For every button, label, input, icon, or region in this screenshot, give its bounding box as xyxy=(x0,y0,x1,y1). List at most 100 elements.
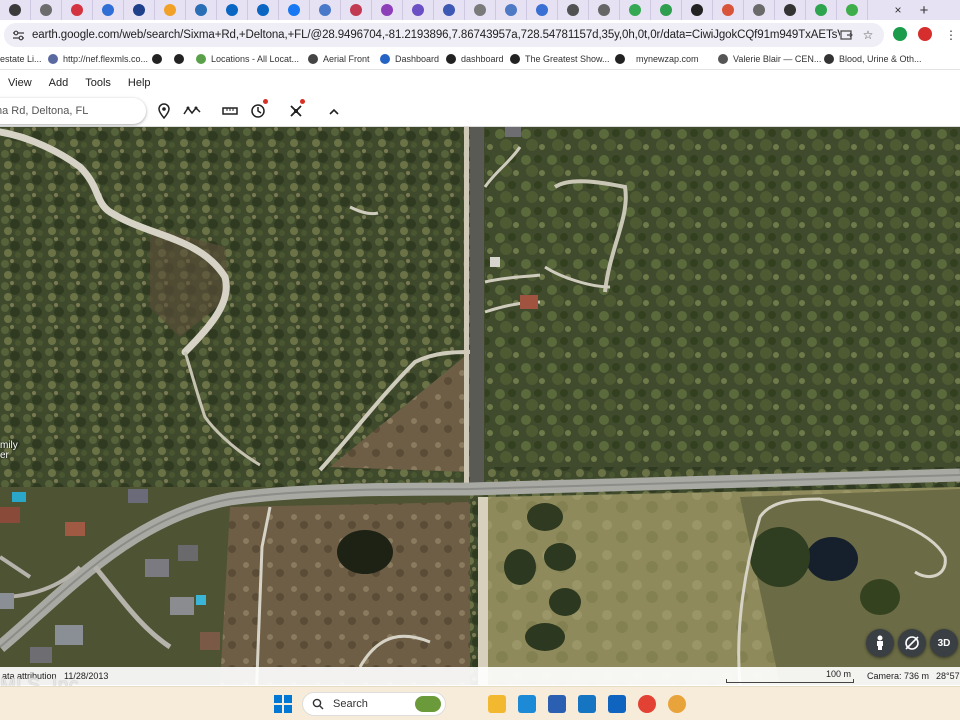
close-tab-button[interactable]: × xyxy=(891,0,905,20)
tab-favicon-icon xyxy=(629,4,641,16)
site-info-icon[interactable] xyxy=(10,27,26,43)
bookmark-item[interactable]: http://nef.flexmls.co... xyxy=(48,54,148,64)
taskbar-search-box[interactable]: Search xyxy=(302,692,446,716)
menu-add[interactable]: Add xyxy=(49,77,69,89)
browser-tab[interactable] xyxy=(93,0,124,20)
bookmark-item[interactable]: dashboard xyxy=(446,54,504,64)
windows-start-icon[interactable] xyxy=(274,695,292,713)
bookmark-item[interactable]: Locations - All Locat... xyxy=(196,54,299,64)
browser-tab[interactable] xyxy=(403,0,434,20)
bookmark-favicon-icon xyxy=(446,54,456,64)
bookmark-item[interactable]: mynewzap.com xyxy=(636,54,699,64)
menu-tools[interactable]: Tools xyxy=(85,77,111,89)
browser-tab[interactable] xyxy=(558,0,589,20)
tab-favicon-icon xyxy=(722,4,734,16)
camera-altitude: Camera: 736 m xyxy=(867,671,930,681)
bookmark-label: Dashboard xyxy=(395,54,440,64)
bookmark-item[interactable]: Dashboard xyxy=(380,54,439,64)
satellite-icon[interactable] xyxy=(286,101,306,121)
ruler-icon[interactable] xyxy=(220,101,240,121)
browser-tab[interactable] xyxy=(589,0,620,20)
browser-tab[interactable] xyxy=(744,0,775,20)
close-icon: × xyxy=(894,3,902,17)
menu-kebab-icon[interactable]: ⋮ xyxy=(943,27,959,43)
browser-tab[interactable] xyxy=(372,0,403,20)
new-tab-button[interactable]: + xyxy=(914,0,934,20)
tab-favicon-icon xyxy=(536,4,548,16)
bookmark-favicon-icon xyxy=(380,54,390,64)
send-to-device-icon[interactable] xyxy=(838,27,854,43)
browser-tab[interactable] xyxy=(527,0,558,20)
bookmark-favicon-icon xyxy=(510,54,520,64)
draw-path-icon[interactable] xyxy=(182,101,202,121)
browser-tab[interactable] xyxy=(496,0,527,20)
bookmark-label: dashboard xyxy=(461,54,504,64)
historical-imagery-icon[interactable] xyxy=(248,101,268,121)
browser-tab[interactable] xyxy=(341,0,372,20)
browser-tab[interactable] xyxy=(682,0,713,20)
compass-icon[interactable] xyxy=(898,629,926,657)
menu-help[interactable]: Help xyxy=(128,77,151,89)
browser-tab[interactable] xyxy=(620,0,651,20)
menu-view[interactable]: View xyxy=(8,77,32,89)
scale-bar xyxy=(726,679,854,683)
bookmark-item[interactable] xyxy=(152,54,167,64)
pegman-icon[interactable] xyxy=(866,629,894,657)
bookmark-star-icon[interactable]: ☆ xyxy=(860,27,876,43)
bookmark-label: Aerial Front xyxy=(323,54,370,64)
tab-favicon-icon xyxy=(288,4,300,16)
store-icon[interactable] xyxy=(548,695,566,713)
earth-search-input[interactable]: na Rd, Deltona, FL xyxy=(0,98,146,124)
bookmark-favicon-icon xyxy=(48,54,58,64)
tab-favicon-icon xyxy=(226,4,238,16)
bookmark-item[interactable] xyxy=(615,54,630,64)
bookmark-item[interactable]: estate Li... xyxy=(0,54,42,64)
bookmark-item[interactable] xyxy=(174,54,189,64)
browser-tab[interactable] xyxy=(248,0,279,20)
bookmark-item[interactable]: The Greatest Show... xyxy=(510,54,610,64)
bookmark-favicon-icon xyxy=(152,54,162,64)
browser-tab[interactable] xyxy=(806,0,837,20)
bookmark-label: Valerie Blair — CEN... xyxy=(733,54,822,64)
tab-favicon-icon xyxy=(598,4,610,16)
browser-tab[interactable] xyxy=(124,0,155,20)
bookmark-item[interactable]: Aerial Front xyxy=(308,54,370,64)
satellite-map[interactable]: mily er 3D xyxy=(0,127,960,685)
browser-tab[interactable] xyxy=(186,0,217,20)
tab-favicon-icon xyxy=(443,4,455,16)
chevron-up-icon[interactable] xyxy=(324,101,344,121)
tab-favicon-icon xyxy=(505,4,517,16)
browser-tab[interactable] xyxy=(310,0,341,20)
file-explorer-icon[interactable] xyxy=(488,695,506,713)
bookmark-favicon-icon xyxy=(718,54,728,64)
browser-tab[interactable] xyxy=(434,0,465,20)
browser-tab[interactable] xyxy=(155,0,186,20)
browser-tab[interactable] xyxy=(775,0,806,20)
placemark-icon[interactable] xyxy=(154,101,174,121)
extension-grammarly-icon[interactable] xyxy=(893,27,907,41)
browser-tab[interactable] xyxy=(62,0,93,20)
dell-icon[interactable] xyxy=(578,695,596,713)
tab-favicon-icon xyxy=(567,4,579,16)
search-icon xyxy=(312,698,324,710)
outlook-icon[interactable] xyxy=(608,695,626,713)
address-bar[interactable]: earth.google.com/web/search/Sixma+Rd,+De… xyxy=(4,23,884,47)
toggle-3d-button[interactable]: 3D xyxy=(930,629,958,657)
url-text[interactable]: earth.google.com/web/search/Sixma+Rd,+De… xyxy=(32,29,840,41)
browser-tab[interactable] xyxy=(465,0,496,20)
browser-tab[interactable] xyxy=(0,0,31,20)
browser-tab[interactable] xyxy=(31,0,62,20)
tab-favicon-icon xyxy=(474,4,486,16)
edge-icon[interactable] xyxy=(518,695,536,713)
browser-tab[interactable] xyxy=(837,0,868,20)
browser-tab[interactable] xyxy=(713,0,744,20)
bookmark-item[interactable]: Valerie Blair — CEN... xyxy=(718,54,821,64)
bookmark-item[interactable]: Blood, Urine & Oth... xyxy=(824,54,922,64)
extension-red-icon[interactable] xyxy=(918,27,932,41)
browser-tab[interactable] xyxy=(217,0,248,20)
tab-strip xyxy=(0,0,960,20)
chrome-icon[interactable] xyxy=(638,695,656,713)
chrome-profile-icon[interactable] xyxy=(668,695,686,713)
browser-tab[interactable] xyxy=(279,0,310,20)
browser-tab[interactable] xyxy=(651,0,682,20)
